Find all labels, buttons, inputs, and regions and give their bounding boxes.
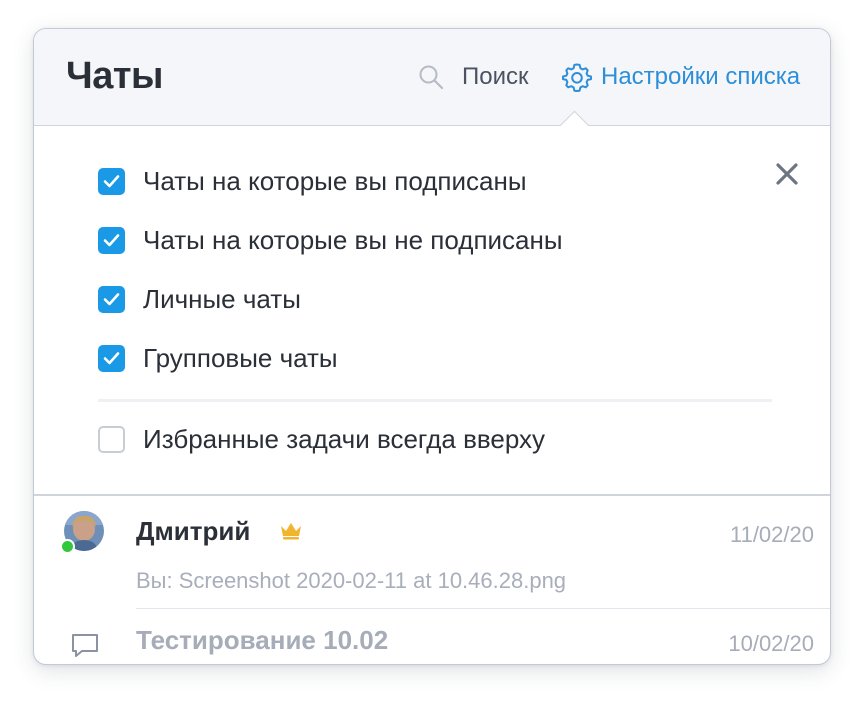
chat-name: Дмитрий bbox=[136, 516, 251, 546]
filter-group-chats[interactable]: Групповые чаты bbox=[98, 343, 338, 374]
search-label: Поиск bbox=[462, 63, 529, 90]
checkbox-checked[interactable] bbox=[98, 345, 125, 372]
online-status-indicator bbox=[60, 539, 75, 554]
chat-row[interactable]: Дмитрий 11/02/20 Вы: Screenshot 2020-02-… bbox=[34, 496, 830, 608]
search-icon bbox=[419, 65, 444, 90]
chats-panel: Чаты Поиск Настройки списка Чаты на кото… bbox=[33, 28, 831, 665]
checkbox-checked[interactable] bbox=[98, 168, 125, 195]
checkmark-icon bbox=[103, 352, 120, 365]
filter-label: Избранные задачи всегда вверху bbox=[143, 424, 546, 454]
list-settings-button[interactable]: Настройки списка bbox=[561, 60, 800, 94]
filter-label: Чаты на которые вы подписаны bbox=[143, 166, 527, 196]
list-settings-dropdown: Чаты на которые вы подписаны Чаты на кот… bbox=[34, 126, 830, 496]
checkbox-unchecked[interactable] bbox=[98, 426, 125, 453]
filter-subscribed-chats[interactable]: Чаты на которые вы подписаны bbox=[98, 166, 527, 197]
options-divider bbox=[98, 399, 772, 402]
close-icon bbox=[776, 163, 798, 185]
filter-label: Личные чаты bbox=[143, 284, 301, 314]
filter-label: Чаты на которые вы не подписаны bbox=[143, 225, 563, 255]
chat-preview: Вы: Screenshot 2020-02-11 at 10.46.28.pn… bbox=[136, 568, 567, 593]
close-button[interactable] bbox=[773, 160, 801, 188]
page-title: Чаты bbox=[66, 55, 163, 97]
gear-icon bbox=[562, 63, 592, 92]
chat-list: Дмитрий 11/02/20 Вы: Screenshot 2020-02-… bbox=[34, 496, 830, 664]
checkmark-icon bbox=[103, 175, 120, 188]
list-settings-label: Настройки списка bbox=[601, 63, 801, 90]
checkmark-icon bbox=[103, 293, 120, 306]
filter-unsubscribed-chats[interactable]: Чаты на которые вы не подписаны bbox=[98, 225, 563, 256]
crown-icon bbox=[281, 523, 301, 540]
chat-date: 11/02/20 bbox=[729, 522, 814, 547]
chat-bubble-icon bbox=[72, 634, 98, 657]
filter-label: Групповые чаты bbox=[143, 343, 338, 373]
panel-header: Чаты Поиск Настройки списка bbox=[34, 29, 830, 126]
chat-name: Тестирование 10.02 bbox=[136, 625, 389, 655]
checkbox-checked[interactable] bbox=[98, 286, 125, 313]
chat-date: 10/02/20 bbox=[728, 631, 814, 656]
search-button[interactable]: Поиск bbox=[418, 61, 529, 93]
checkbox-checked[interactable] bbox=[98, 227, 125, 254]
checkmark-icon bbox=[103, 234, 120, 247]
filter-personal-chats[interactable]: Личные чаты bbox=[98, 284, 301, 315]
filter-favorites-on-top[interactable]: Избранные задачи всегда вверху bbox=[98, 424, 545, 455]
chat-row[interactable]: Тестирование 10.02 10/02/20 bbox=[34, 609, 830, 664]
